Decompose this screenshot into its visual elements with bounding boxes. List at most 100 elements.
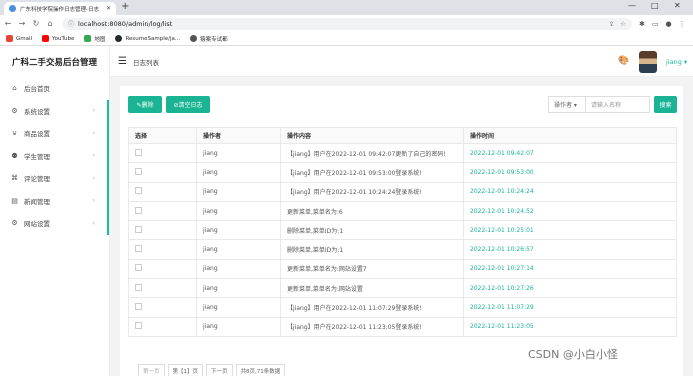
user-menu[interactable]: jiang ▾ — [666, 58, 687, 66]
pagination: 第一页 第【1】页 下一页 共8页,71条数据 — [138, 364, 288, 376]
extensions-icon[interactable]: ✱ — [639, 20, 645, 28]
sidebar-item-site[interactable]: ⚙ 网站设置 › — [0, 212, 109, 235]
row-checkbox[interactable] — [135, 303, 142, 311]
youtube-icon — [42, 35, 50, 42]
table-row: jiang 删除菜单,菜单ID为:1 2022-12-01 10:25:01 — [128, 220, 677, 241]
content-cell: 删除菜单,菜单ID为:1 — [280, 220, 464, 241]
column-header-content: 操作内容 — [280, 127, 464, 144]
maximize-icon[interactable]: □ — [651, 1, 659, 10]
bookmark-maps[interactable]: 地图 — [84, 35, 105, 43]
operator-cell: jiang — [196, 258, 281, 280]
browser-tab-bar: 广东科技学院操作日志管理-日志 ✕ + — □ ✕ — [0, 0, 693, 15]
bookmark-youtube[interactable]: YouTube — [42, 35, 74, 42]
table-row: jiang 【jiang】用户在2022-12-01 09:42:07更新了自己的… — [128, 142, 677, 164]
row-checkbox[interactable] — [135, 322, 142, 330]
home-icon[interactable]: ⌂ — [44, 19, 56, 28]
row-checkbox[interactable] — [135, 167, 142, 175]
url-text[interactable]: localhost:8080/admin/log/list — [78, 20, 603, 28]
window-close-icon[interactable]: ✕ — [674, 1, 681, 10]
news-icon: ▤ — [11, 196, 18, 205]
first-page-button[interactable]: 第一页 — [138, 364, 165, 376]
table-row: jiang 删除菜单,菜单ID为:1 2022-12-01 10:26:57 — [128, 239, 677, 260]
table-header-row: 选择 操作者 操作内容 操作时间 — [128, 127, 677, 144]
sidebar-item-news[interactable]: ▤ 新闻管理 › — [0, 189, 109, 212]
search-button[interactable]: 搜索 — [654, 96, 677, 113]
time-cell: 2022-12-01 09:53:00 — [463, 162, 677, 183]
sidebar-item-students[interactable]: ⚉ 学生管理 › — [0, 144, 109, 167]
row-checkbox[interactable] — [135, 245, 142, 253]
bookmark-label: 地图 — [94, 36, 106, 43]
palette-icon[interactable]: 🎨 — [618, 56, 629, 66]
bookmark-star-icon[interactable]: ☆ — [620, 20, 626, 28]
table-row: jiang 更新菜单,菜单名为:6 2022-12-01 10:24:52 — [128, 200, 677, 222]
row-checkbox[interactable] — [135, 264, 142, 272]
row-checkbox[interactable] — [135, 206, 142, 214]
row-select-cell — [128, 220, 197, 241]
chevron-right-icon: › — [92, 152, 95, 160]
forward-icon[interactable]: → — [16, 19, 28, 28]
gmail-icon — [6, 35, 13, 42]
watermark: CSDN @小白小怪 — [528, 348, 618, 361]
page-summary: 共8页,71条数据 — [235, 364, 286, 376]
reload-icon[interactable]: ↻ — [30, 19, 42, 28]
sidebar-item-system[interactable]: ⚙ 系统设置 › — [0, 99, 109, 122]
table-row: jiang 【jiang】用户在2022-12-01 10:24:24登录系统! 2… — [128, 181, 677, 202]
row-checkbox[interactable] — [135, 283, 142, 291]
home-icon: ⌂ — [12, 84, 17, 93]
content-cell: 删除菜单,菜单ID为:1 — [280, 239, 464, 260]
time-cell: 2022-12-01 10:26:57 — [463, 239, 677, 260]
operator-cell: jiang — [196, 316, 281, 337]
operator-cell: jiang — [196, 297, 281, 318]
row-checkbox[interactable] — [135, 187, 142, 195]
row-checkbox[interactable] — [135, 225, 142, 233]
delete-button[interactable]: ✎删除 — [128, 96, 162, 113]
hamburger-menu-icon[interactable]: ☰ — [118, 56, 127, 67]
clear-log-button[interactable]: ⊘清空日志 — [166, 96, 210, 113]
browser-tab[interactable]: 广东科技学院操作日志管理-日志 ✕ — [4, 2, 116, 15]
sidebar-item-home[interactable]: ⌂ 后台首页 — [0, 77, 109, 100]
sidebar-item-label: 后台首页 — [24, 85, 50, 94]
row-select-cell — [128, 278, 197, 299]
avatar[interactable] — [639, 51, 657, 73]
profile-icon[interactable]: ● — [666, 20, 672, 28]
operator-select[interactable]: 操作者 ▾ — [548, 96, 586, 113]
content-cell: 【jiang】用户在2022-12-01 09:53:00登录系统! — [280, 162, 464, 183]
bookmark-other[interactable]: 猿案专试都 — [190, 35, 228, 43]
url-field[interactable]: ⓘ localhost:8080/admin/log/list ⇪ ☆ — [62, 17, 632, 30]
bookmark-github[interactable]: ResumeSample/ja... — [115, 35, 180, 42]
share-icon[interactable]: ⇪ — [609, 20, 614, 28]
close-tab-icon[interactable]: ✕ — [106, 5, 111, 12]
gear-icon: ⚙ — [11, 106, 18, 115]
minimize-icon[interactable]: — — [628, 1, 636, 10]
row-select-cell — [128, 258, 197, 280]
content-cell: 【jiang】用户在2022-12-01 11:07:29登录系统! — [280, 297, 464, 318]
time-cell: 2022-12-01 11:23:05 — [463, 316, 677, 337]
sidebar-item-label: 商品设置 — [24, 130, 50, 139]
row-select-cell — [128, 239, 197, 260]
content-cell: 更新菜单,菜单名为:6 — [280, 200, 464, 222]
table-row: jiang 【jiang】用户在2022-12-01 09:53:00登录系统! 2… — [128, 162, 677, 183]
content-cell: 更新菜单,菜单名为:网站设置 — [280, 278, 464, 299]
sidebar-item-comments[interactable]: ⌘ 评论管理 › — [0, 167, 109, 190]
search-input[interactable]: 请输入名称 — [586, 96, 650, 113]
brand-title: 广科二手交易后台管理 — [12, 58, 98, 68]
chevron-right-icon: › — [92, 174, 95, 182]
next-page-button[interactable]: 下一页 — [206, 364, 233, 376]
row-select-cell — [128, 297, 197, 318]
github-icon — [115, 35, 123, 42]
sidebar-item-label: 系统设置 — [24, 107, 50, 116]
info-icon[interactable]: ⓘ — [68, 19, 74, 28]
sidebar-item-label: 评论管理 — [24, 175, 50, 184]
operator-cell: jiang — [196, 162, 281, 183]
content-cell: 更新菜单,菜单名为:网站设置7 — [280, 258, 464, 280]
row-checkbox[interactable] — [135, 148, 142, 156]
bookmark-gmail[interactable]: Gmail — [6, 35, 32, 42]
sidebar-toggle-icon[interactable]: ▭ — [652, 20, 659, 28]
back-icon[interactable]: ← — [2, 19, 14, 28]
sidebar-item-label: 新闻管理 — [24, 197, 50, 206]
column-header-operator: 操作者 — [196, 127, 281, 144]
menu-kebab-icon[interactable]: ⋮ — [679, 20, 686, 28]
sidebar-item-goods[interactable]: ⊍ 商品设置 › — [0, 122, 109, 145]
table-body: jiang 【jiang】用户在2022-12-01 09:42:07更新了自己的… — [128, 142, 677, 337]
new-tab-icon[interactable]: + — [121, 1, 129, 12]
